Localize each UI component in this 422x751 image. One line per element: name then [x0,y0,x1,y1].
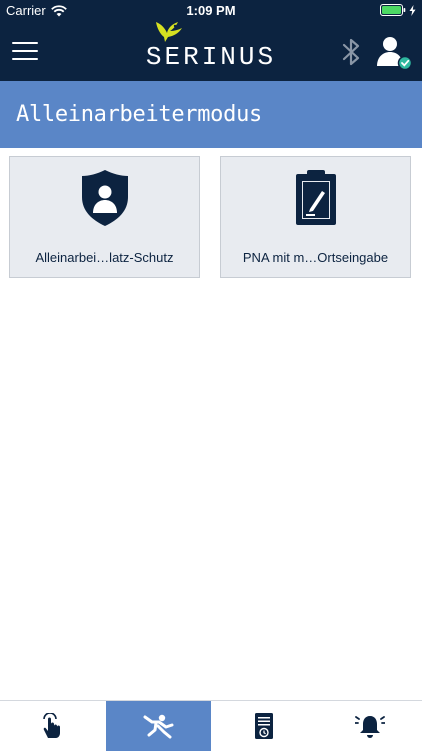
serinus-logo: SERINUS [140,18,282,80]
menu-icon[interactable] [12,42,38,62]
status-right [380,4,416,16]
document-clock-icon [254,713,273,739]
battery-icon [380,4,406,16]
shield-user-icon [10,169,199,227]
bottom-tab-bar [0,700,422,751]
fall-person-icon [143,714,173,739]
charging-icon [409,4,416,16]
tab-touch[interactable] [0,701,105,751]
tab-documents[interactable] [211,701,316,751]
tile-lone-worker-protection[interactable]: Alleinarbei…latz-Schutz [9,156,200,278]
logo-text: SERINUS [145,42,277,72]
tab-fall-detection[interactable] [106,701,211,751]
page-title-bar: Alleinarbeitermodus [0,81,422,148]
touch-hand-icon [42,713,60,738]
bluetooth-icon[interactable] [341,37,363,67]
page-title: Alleinarbeitermodus [16,102,262,127]
tile-label: Alleinarbei…latz-Schutz [35,250,174,265]
user-status-icon[interactable] [376,36,412,70]
alarm-bell-icon [354,716,385,738]
bird-logo-icon [156,22,182,42]
clipboard-edit-icon [221,169,410,227]
tile-label: PNA mit m…Ortseingabe [242,250,389,265]
app-header: SERINUS [0,22,422,81]
status-time: 1:09 PM [186,3,236,18]
tab-alarm[interactable] [317,701,422,751]
tile-pna-location-input[interactable]: PNA mit m…Ortseingabe [220,156,411,278]
